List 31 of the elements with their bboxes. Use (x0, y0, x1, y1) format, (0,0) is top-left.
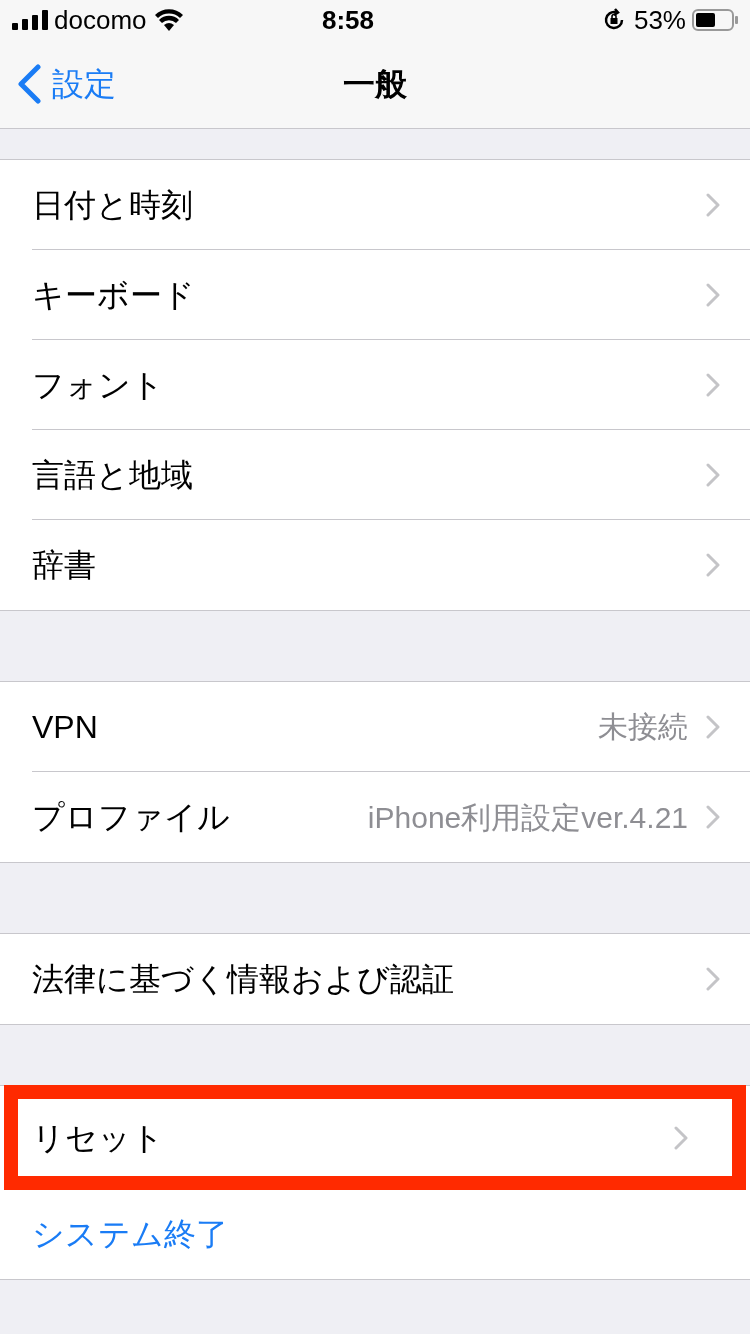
chevron-icon (706, 192, 720, 217)
signal-icon (12, 10, 48, 30)
chevron-icon (706, 805, 720, 829)
chevron-icon (706, 714, 720, 739)
row-value: iPhone利用設定ver.4.21 (367, 799, 688, 836)
chevron-icon (706, 967, 720, 991)
chevron-icon (706, 462, 720, 487)
screen-title: 一般 (343, 65, 407, 104)
battery-percent: 53% (633, 3, 686, 37)
row-label: 日付と時刻 (32, 185, 193, 225)
back-button[interactable]: 設定 (16, 60, 116, 108)
chevron-icon (674, 1125, 688, 1150)
carrier-name: docomo (54, 3, 147, 37)
row-label: リセット (32, 1118, 164, 1158)
back-chevron-icon (16, 64, 42, 104)
row-label: プロファイル (32, 798, 230, 837)
row-value: 未接続 (598, 709, 688, 745)
row-label: フォント (32, 365, 164, 405)
row-label: 辞書 (32, 546, 96, 585)
row-label: VPN (32, 707, 98, 747)
row-label: キーボード (32, 275, 195, 315)
chevron-icon (706, 372, 720, 397)
battery-icon (692, 9, 738, 31)
row-label: システム終了 (32, 1215, 228, 1254)
chevron-icon (706, 282, 720, 307)
row-label: 法律に基づく情報および認証 (32, 960, 454, 999)
settings-row[interactable]: リセット (4, 1085, 746, 1190)
chevron-icon (706, 553, 720, 577)
row-label: 言語と地域 (32, 455, 193, 495)
clock-time: 8:58 (322, 3, 375, 37)
wifi-icon (154, 9, 183, 31)
